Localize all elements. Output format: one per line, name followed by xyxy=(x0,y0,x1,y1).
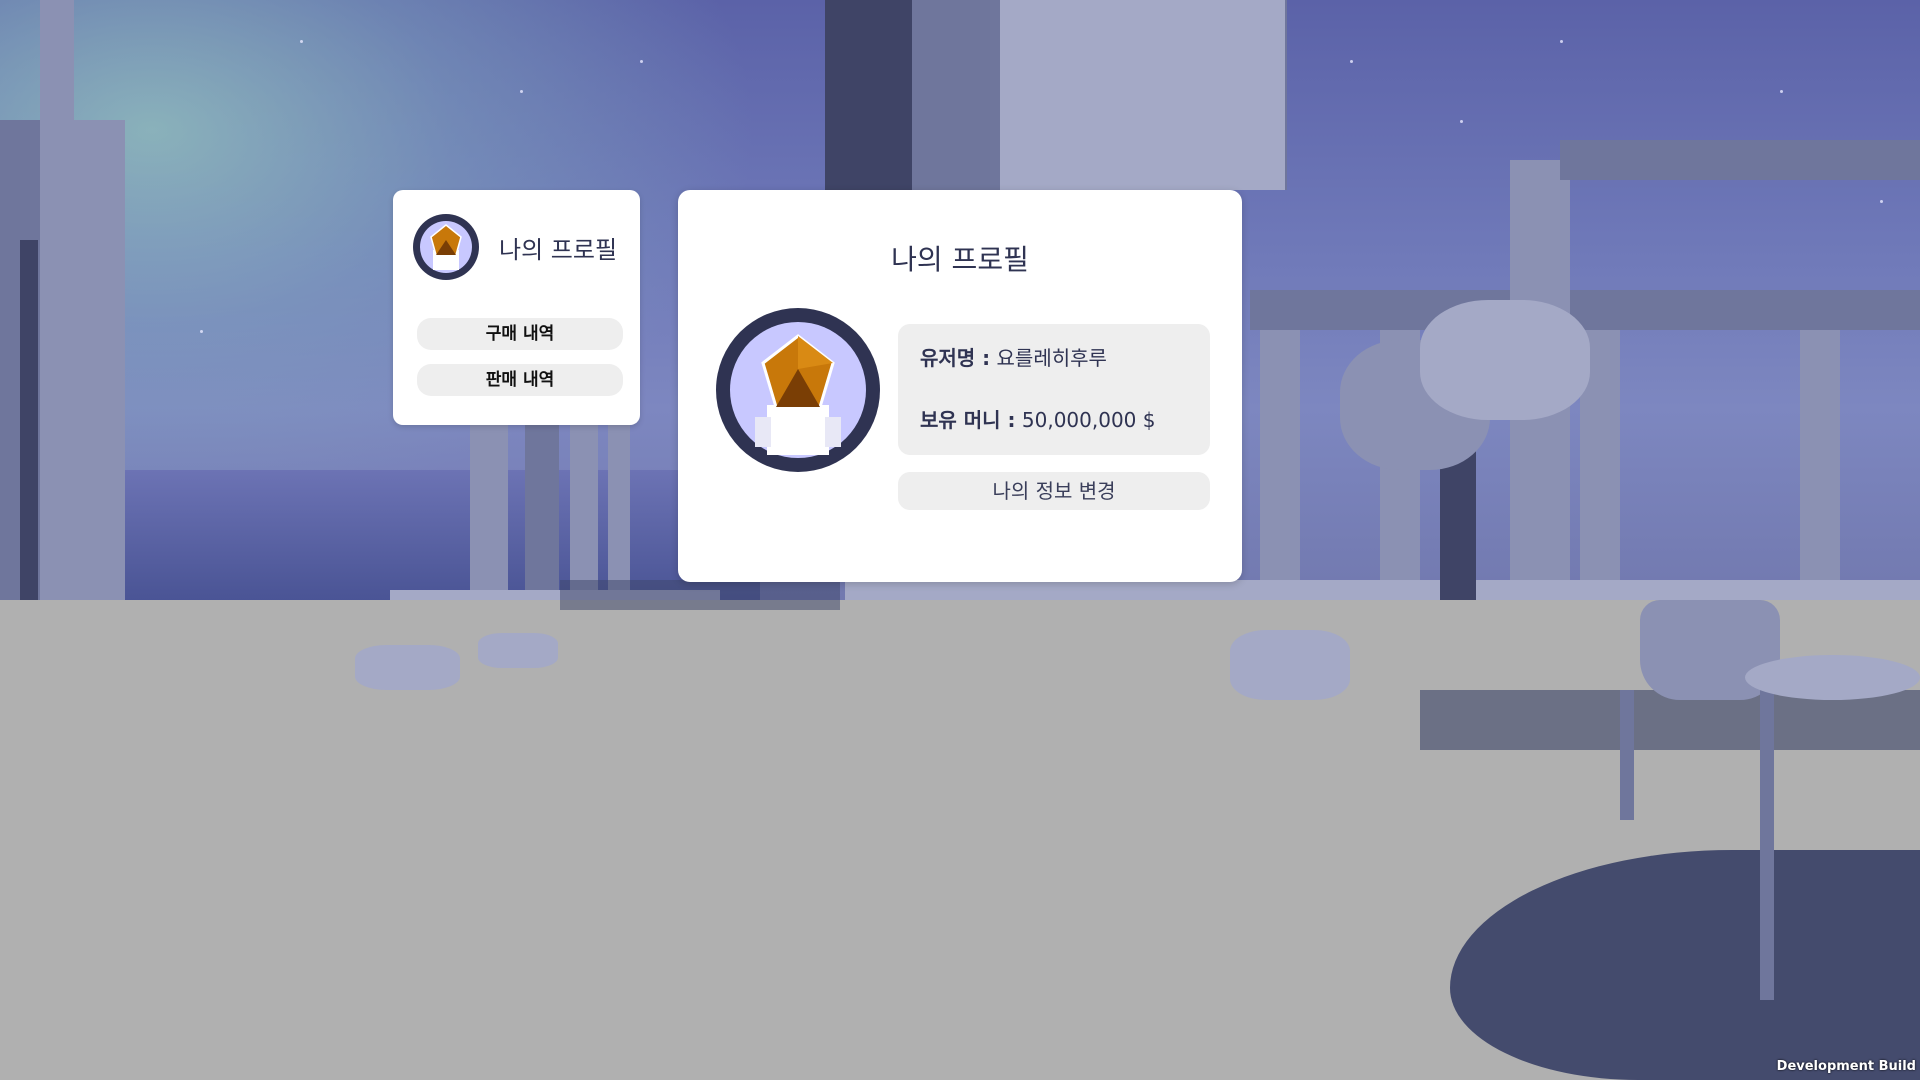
money-value: 50,000,000 $ xyxy=(1021,408,1156,432)
user-info-box: 유저명 : 요를레히후루 보유 머니 : 50,000,000 $ xyxy=(898,324,1210,455)
profile-detail-panel: 나의 프로필 유저명 : 요를레히후루 보유 머니 : 50,000,000 $ xyxy=(678,190,1242,582)
pentagon-avatar-icon xyxy=(715,307,881,473)
profile-menu-panel: 나의 프로필 구매 내역 판매 내역 xyxy=(393,190,640,425)
money-row: 보유 머니 : 50,000,000 $ xyxy=(920,404,1155,433)
username-label: 유저명 : xyxy=(920,346,991,370)
profile-panel-title: 나의 프로필 xyxy=(891,243,1029,276)
pentagon-avatar-icon xyxy=(411,212,481,282)
side-panel-title: 나의 프로필 xyxy=(499,236,618,264)
money-label: 보유 머니 : xyxy=(920,408,1016,432)
sales-history-button[interactable]: 판매 내역 xyxy=(417,364,623,396)
purchase-history-button[interactable]: 구매 내역 xyxy=(417,318,623,350)
development-build-label: Development Build xyxy=(1776,1059,1916,1074)
username-row: 유저명 : 요를레히후루 xyxy=(920,342,1107,371)
username-value: 요를레히후루 xyxy=(996,346,1107,370)
edit-profile-button[interactable]: 나의 정보 변경 xyxy=(898,472,1210,510)
game-scene: 나의 프로필 구매 내역 판매 내역 나의 프로필 유저명 : 요를레히후루 보… xyxy=(0,0,1920,1080)
